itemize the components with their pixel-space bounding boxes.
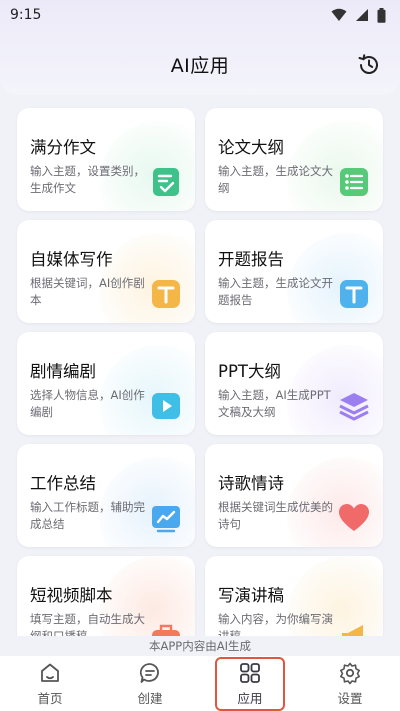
- card-title: 工作总结: [30, 474, 96, 493]
- card-screenwriting[interactable]: 剧情编剧 选择人物信息，AI创作编剧: [17, 332, 195, 435]
- list-icon: [340, 168, 368, 196]
- card-title: 论文大纲: [218, 138, 284, 157]
- heart-icon: [339, 504, 369, 531]
- battery-icon: [377, 7, 386, 23]
- card-description: 根据关键词生成优美的诗句: [218, 500, 333, 531]
- signal-icon: [356, 9, 368, 21]
- home-icon: [41, 663, 59, 682]
- card-description: 输入主题，设置类别，生成作文: [30, 164, 145, 195]
- layers-icon: [339, 393, 369, 421]
- card-title: 自媒体写作: [30, 250, 113, 269]
- tab-label: 设置: [337, 690, 363, 706]
- status-icons: [331, 7, 386, 23]
- card-description: 输入主题，生成论文开题报告: [218, 276, 333, 307]
- card-title: 写演讲稿: [218, 586, 284, 605]
- card-video-script[interactable]: 短视频脚本 填写主题，自动生成大纲和口播稿: [17, 556, 195, 646]
- tab-settings[interactable]: 设置: [315, 661, 385, 707]
- ai-content-notice: 本APP内容由AI生成: [0, 636, 400, 656]
- card-work-summary[interactable]: 工作总结 输入工作标题，辅助完成总结: [17, 444, 195, 547]
- video-play-icon: [152, 393, 180, 419]
- card-poetry[interactable]: 诗歌情诗 根据关键词生成优美的诗句: [205, 444, 383, 547]
- card-title: 开题报告: [218, 250, 284, 269]
- tab-label: 创建: [137, 690, 163, 706]
- tab-apps[interactable]: 应用: [215, 656, 285, 711]
- bottom-tab-bar: 首页 创建 应用 设置: [0, 656, 400, 711]
- trend-chart-icon: [152, 506, 180, 533]
- card-speech[interactable]: 写演讲稿 输入内容，为你编写演讲稿: [205, 556, 383, 646]
- card-title: 满分作文: [30, 138, 96, 157]
- page-title: AI应用: [170, 54, 230, 77]
- card-title: PPT大纲: [218, 362, 281, 381]
- card-title: 剧情编剧: [30, 362, 96, 381]
- card-title: 诗歌情诗: [218, 474, 284, 493]
- tab-create[interactable]: 创建: [115, 661, 185, 707]
- card-description: 输入主题，AI生成PPT文稿及大纲: [218, 388, 331, 419]
- tab-label: 应用: [237, 690, 263, 706]
- status-bar: 9:15: [0, 0, 400, 30]
- card-title: 短视频脚本: [30, 586, 113, 605]
- card-description: 输入主题，生成论文大纲: [218, 164, 333, 195]
- wifi-icon: [331, 8, 347, 21]
- tab-home[interactable]: 首页: [15, 661, 85, 707]
- card-proposal-report[interactable]: 开题报告 输入主题，生成论文开题报告: [205, 220, 383, 323]
- app-header: AI应用: [0, 44, 400, 84]
- card-description: 根据关键词，AI创作剧本: [30, 276, 145, 307]
- card-description: 选择人物信息，AI创作编剧: [30, 388, 145, 419]
- document-check-icon: [153, 168, 179, 196]
- text-t-icon: [152, 280, 180, 308]
- status-time: 9:15: [10, 7, 42, 23]
- card-description: 输入工作标题，辅助完成总结: [30, 500, 145, 531]
- history-clock-icon[interactable]: [356, 52, 382, 78]
- card-essay[interactable]: 满分作文 输入主题，设置类别，生成作文: [17, 108, 195, 211]
- tab-label: 首页: [37, 690, 63, 706]
- apps-icon: [240, 662, 260, 683]
- app-grid: 满分作文 输入主题，设置类别，生成作文 论文大纲 输入主题，生成论文大纲 自媒体…: [17, 108, 383, 646]
- chat-bubble-icon: [139, 662, 159, 683]
- settings-icon: [340, 662, 360, 684]
- card-ppt-outline[interactable]: PPT大纲 输入主题，AI生成PPT文稿及大纲: [205, 332, 383, 435]
- text-t-icon: [340, 280, 368, 308]
- card-media-writing[interactable]: 自媒体写作 根据关键词，AI创作剧本: [17, 220, 195, 323]
- card-thesis-outline[interactable]: 论文大纲 输入主题，生成论文大纲: [205, 108, 383, 211]
